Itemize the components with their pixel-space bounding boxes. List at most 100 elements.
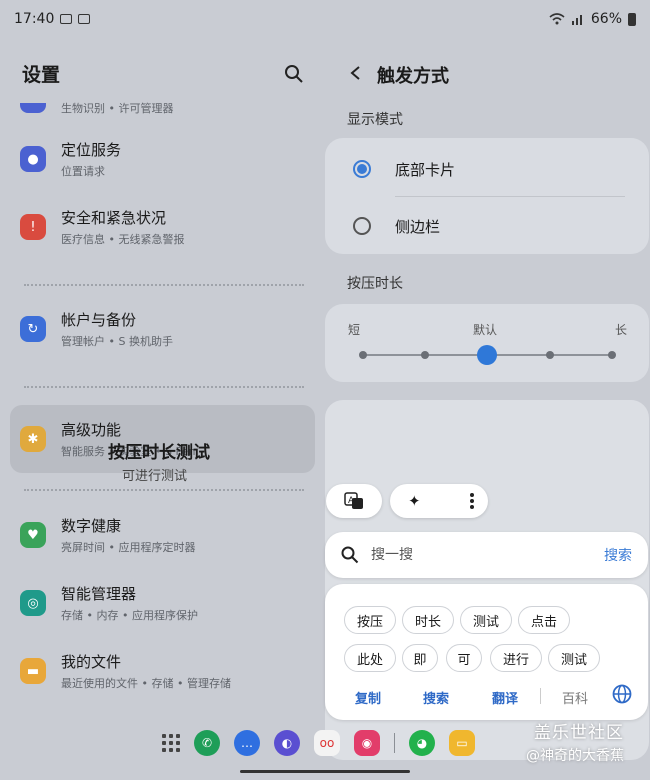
radio-unselected[interactable] <box>353 217 371 235</box>
location-icon: ● <box>20 146 46 172</box>
watermark-line: 盖乐世社区 <box>534 723 624 743</box>
token-chip[interactable]: 进行 <box>490 644 542 672</box>
gallery-icon <box>60 14 73 24</box>
settings-item-title: 智能管理器 <box>61 585 137 603</box>
slider-tick[interactable] <box>546 351 554 359</box>
wifi-icon <box>549 13 565 25</box>
test-title: 按压时长测试 <box>108 443 210 463</box>
watermark: 盖乐世社区 @神奇的大香蕉 <box>526 718 624 765</box>
option-label: 侧边栏 <box>395 217 441 236</box>
divider <box>395 196 625 197</box>
watermark-line: @神奇的大香蕉 <box>526 748 624 764</box>
page-title: 触发方式 <box>377 66 449 87</box>
home-indicator[interactable] <box>240 770 410 773</box>
encyclopedia-button[interactable]: 百科 <box>562 688 588 707</box>
popup-search-bar: 搜索 <box>325 532 648 578</box>
internet-icon[interactable]: ◐ <box>274 730 300 756</box>
slider-tick[interactable] <box>608 351 616 359</box>
search-action-button[interactable]: 搜索 <box>423 688 449 707</box>
settings-item-subtitle: 医疗信息 • 无线紧急警报 <box>61 233 185 246</box>
slider-label-short: 短 <box>348 323 361 337</box>
sync-icon: ↻ <box>20 316 46 342</box>
token-chip[interactable]: 测试 <box>548 644 600 672</box>
divider <box>394 733 395 753</box>
translate-chip[interactable]: A <box>326 484 382 518</box>
option-label: 底部卡片 <box>395 160 456 179</box>
slider-tick[interactable] <box>421 351 429 359</box>
slider-thumb[interactable] <box>477 345 497 365</box>
more-vert-icon <box>470 493 474 509</box>
globe-icon[interactable] <box>612 684 632 704</box>
device-care-icon: ◎ <box>20 590 46 616</box>
translate-icon: A <box>344 492 363 509</box>
more-options-button[interactable] <box>457 484 487 518</box>
back-arrow-icon[interactable] <box>349 66 363 80</box>
settings-item-wellbeing[interactable]: ♥ 数字健康亮屏时间 • 应用程序定时器 <box>10 503 315 567</box>
section-label: 按压时长 <box>347 276 403 292</box>
token-chip[interactable]: 测试 <box>460 606 512 634</box>
press-duration-slider[interactable]: 短 默认 长 <box>325 304 649 382</box>
section-label: 显示模式 <box>347 112 403 128</box>
settings-item-title: 数字健康 <box>61 517 122 535</box>
settings-item-subtitle: 生物识别 • 许可管理器 <box>61 102 174 115</box>
game-launcher-icon[interactable]: oo <box>314 730 340 756</box>
settings-item-safety[interactable]: ! 安全和紧急状况 医疗信息 • 无线紧急警报 <box>10 195 315 259</box>
battery-text: 66% <box>590 11 622 27</box>
settings-item-title: 高级功能 <box>61 421 122 439</box>
option-sidebar[interactable]: 侧边栏 <box>325 198 625 254</box>
token-chip[interactable]: 按压 <box>344 606 396 634</box>
camera-icon[interactable]: ◉ <box>354 730 380 756</box>
taskbar: ✆ … ◐ oo ◉ ◕ ▭ <box>162 728 475 758</box>
display-mode-card: 底部卡片 侧边栏 <box>325 138 649 254</box>
settings-item-my-files[interactable]: ▬ 我的文件 最近使用的文件 • 存储 • 管理存储 <box>10 639 315 703</box>
status-time: 17:40 <box>14 11 55 27</box>
token-chip[interactable]: 时长 <box>402 606 454 634</box>
biometrics-icon <box>20 103 46 113</box>
settings-item-subtitle: 管理帐户 • S 换机助手 <box>61 335 173 348</box>
settings-item-subtitle: 存储 • 内存 • 应用程序保护 <box>61 609 198 622</box>
test-subtitle: 可进行测试 <box>122 469 188 484</box>
copy-button[interactable]: 复制 <box>355 688 381 707</box>
my-files-icon[interactable]: ▭ <box>449 730 475 756</box>
token-chip[interactable]: 此处 <box>344 644 396 672</box>
translate-button[interactable]: 翻译 <box>492 688 518 707</box>
token-chip[interactable]: 可 <box>446 644 482 672</box>
divider <box>24 489 304 491</box>
settings-item-title: 帐户与备份 <box>61 311 137 329</box>
radio-selected[interactable] <box>353 160 371 178</box>
slider-tick[interactable] <box>359 351 367 359</box>
settings-item-accounts[interactable]: ↻ 帐户与备份管理帐户 • S 换机助手 <box>10 297 315 361</box>
status-bar: 17:40 66% <box>0 0 650 38</box>
divider <box>540 688 541 704</box>
search-input[interactable] <box>371 547 604 563</box>
signal-icon <box>571 15 582 25</box>
search-button[interactable]: 搜索 <box>604 545 632 565</box>
settings-item-subtitle: 亮屏时间 • 应用程序定时器 <box>61 541 196 554</box>
phone-icon[interactable]: ✆ <box>194 730 220 756</box>
settings-item-biometrics[interactable]: 生物识别 • 许可管理器 <box>20 100 173 116</box>
settings-item-title: 定位服务 <box>61 141 122 159</box>
folder-icon: ▬ <box>20 658 46 684</box>
divider <box>24 284 304 286</box>
messages-icon[interactable]: … <box>234 730 260 756</box>
option-bottom-card[interactable]: 底部卡片 <box>325 141 625 197</box>
wechat-icon[interactable]: ◕ <box>409 730 435 756</box>
token-chip[interactable]: 点击 <box>518 606 570 634</box>
settings-item-title: 安全和紧急状况 <box>61 209 167 227</box>
divider <box>24 386 304 388</box>
word-split-panel: 按压 时长 测试 点击 此处 即 可 进行 测试 复制 搜索 翻译 百科 <box>325 584 648 720</box>
settings-item-location[interactable]: ● 定位服务位置请求 <box>10 127 315 191</box>
settings-item-title: 我的文件 <box>61 653 122 671</box>
search-icon <box>341 546 359 564</box>
app-drawer-icon[interactable] <box>162 734 180 752</box>
settings-item-device-care[interactable]: ◎ 智能管理器存储 • 内存 • 应用程序保护 <box>10 571 315 635</box>
battery-icon <box>628 12 636 26</box>
token-chip[interactable]: 即 <box>402 644 438 672</box>
settings-item-subtitle: 位置请求 <box>61 165 105 178</box>
page-title: 设置 <box>22 64 61 86</box>
slider-label-default: 默认 <box>473 323 498 337</box>
heart-icon: ♥ <box>20 522 46 548</box>
search-icon[interactable] <box>284 64 304 84</box>
video-icon <box>78 14 91 24</box>
gear-plus-icon: ✱ <box>20 426 46 452</box>
